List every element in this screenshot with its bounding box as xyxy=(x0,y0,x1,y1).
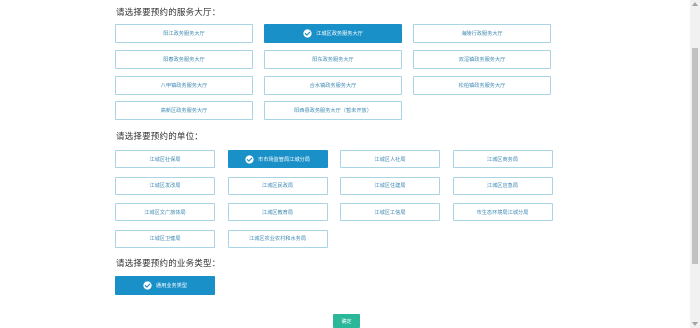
unit-option-label: 江城区人社局 xyxy=(374,156,406,163)
hall-option-label: 江城区政务服务大厅 xyxy=(316,31,363,37)
hall-option[interactable]: 合水镇政务服务大厅 xyxy=(264,75,402,95)
unit-option[interactable]: 市市场监管局江城分局 xyxy=(227,150,328,168)
unit-option[interactable]: 江城区工信局 xyxy=(340,203,440,221)
unit-option[interactable]: 江城区商务局 xyxy=(452,150,553,168)
unit-option-label: 江城区卫健局 xyxy=(149,236,181,242)
hall-option[interactable]: 阳春政务服务大厅 xyxy=(115,49,253,69)
hall-option-label: 阳江政务服务大厅 xyxy=(163,31,205,37)
arrow-up-icon[interactable] xyxy=(690,0,700,8)
hall-option-label: 海陵行政服务大厅 xyxy=(461,31,503,37)
unit-option-label: 江城区应急局 xyxy=(486,183,519,189)
unit-option[interactable]: 江城区住建局 xyxy=(340,176,440,195)
hall-option[interactable]: 高新区政务服务大厅 xyxy=(115,101,253,121)
unit-option-label: 江城区商务局 xyxy=(486,156,519,163)
hall-option[interactable]: 松柏镇政务服务大厅 xyxy=(413,75,551,95)
unit-option[interactable]: 江城区农业农村和水务局 xyxy=(227,229,328,248)
arrow-down-icon[interactable] xyxy=(690,320,700,328)
unit-option[interactable]: 江城区教育局 xyxy=(227,203,328,221)
unit-option[interactable]: 江城区发改局 xyxy=(115,176,215,195)
hall-option[interactable]: 阳江政务服务大厅 xyxy=(115,24,253,43)
hall-option-label: 松柏镇政务服务大厅 xyxy=(458,82,506,89)
hall-option[interactable]: 江城区政务服务大厅 xyxy=(264,24,402,43)
hall-option[interactable]: 阳西县政务服务大厅（暂未开放） xyxy=(264,101,402,121)
unit-option-label: 江城区民政局 xyxy=(261,183,294,189)
scroll-thumb[interactable] xyxy=(692,48,698,264)
business-type-section-title: 请选择要预约的业务类型： xyxy=(116,259,221,269)
hall-section-title: 请选择要预约的服务大厅： xyxy=(116,8,221,18)
hall-option-label: 阳东政务服务大厅 xyxy=(312,56,354,63)
booking-page: 请选择要预约的服务大厅： 阳江政务服务大厅 江城区政务服务大厅 海陵行政服务大厅阳春… xyxy=(0,0,700,328)
hall-option-label: 八甲镇政务服务大厅 xyxy=(160,82,208,89)
check-circle-icon xyxy=(143,281,152,290)
hall-option[interactable]: 海陵行政服务大厅 xyxy=(413,24,551,43)
hall-option-label: 阳西县政务服务大厅（暂未开放） xyxy=(294,108,372,115)
hall-option[interactable]: 阳东政务服务大厅 xyxy=(264,49,402,69)
unit-option-label: 市市场监管局江城分局 xyxy=(258,156,310,163)
confirm-button[interactable]: 确定 xyxy=(333,314,360,328)
unit-option[interactable]: 江城区人社局 xyxy=(340,150,440,168)
check-circle-icon xyxy=(303,29,312,38)
hall-option-label: 合水镇政务服务大厅 xyxy=(309,82,357,89)
unit-option-label: 江城区住建局 xyxy=(374,183,406,189)
unit-option-label: 江城区农业农村和水务局 xyxy=(248,236,307,242)
check-circle-icon xyxy=(245,154,254,164)
unit-option[interactable]: 江城区社保局 xyxy=(115,150,215,168)
scrollbar[interactable] xyxy=(690,0,700,328)
unit-option-label: 江城区教育局 xyxy=(261,209,294,216)
unit-option[interactable]: 江城区文广旅体局 xyxy=(115,203,215,221)
unit-option-label: 江城区社保局 xyxy=(149,156,181,163)
unit-option[interactable]: 江城区卫健局 xyxy=(115,229,215,248)
unit-option-label: 江城区工信局 xyxy=(374,209,406,216)
business-type-option-label: 通用业务类型 xyxy=(155,283,188,289)
unit-option[interactable]: 江城区民政局 xyxy=(227,176,328,195)
unit-option-label: 江城区文广旅体局 xyxy=(144,209,186,216)
hall-option[interactable]: 八甲镇政务服务大厅 xyxy=(115,75,253,95)
hall-option-label: 阳春政务服务大厅 xyxy=(163,56,205,63)
hall-option-label: 双滘镇政务服务大厅 xyxy=(458,56,506,63)
hall-option-label: 高新区政务服务大厅 xyxy=(160,108,208,115)
unit-option-label: 市生态环境局江城分局 xyxy=(476,209,529,216)
hall-option[interactable]: 双滘镇政务服务大厅 xyxy=(413,49,551,69)
unit-option[interactable]: 市生态环境局江城分局 xyxy=(452,203,553,221)
unit-option-label: 江城区发改局 xyxy=(149,183,181,189)
unit-option[interactable]: 江城区应急局 xyxy=(452,176,553,195)
unit-section-title: 请选择要预约的单位： xyxy=(116,132,204,142)
business-type-option[interactable]: 通用业务类型 xyxy=(115,276,215,295)
